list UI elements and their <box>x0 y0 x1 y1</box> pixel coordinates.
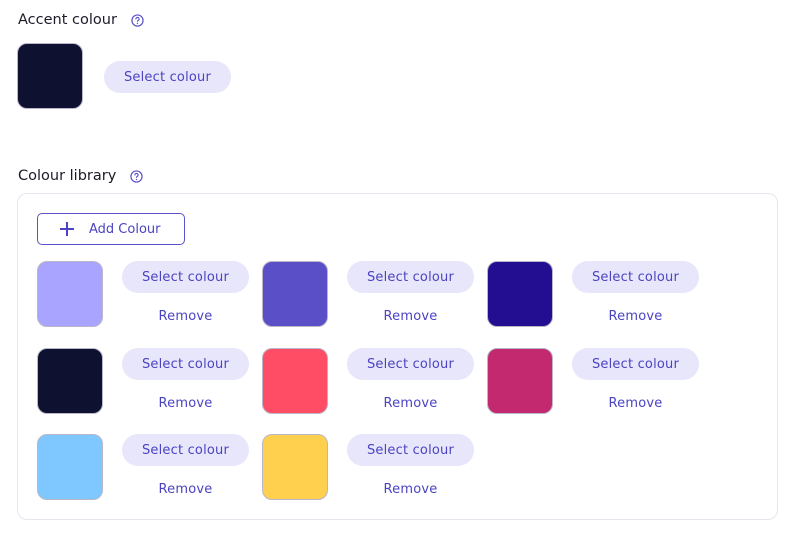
remove-colour-link[interactable]: Remove <box>572 306 699 326</box>
library-colour-item: Select colour Remove <box>487 348 707 414</box>
help-circle-icon[interactable] <box>131 13 144 27</box>
add-colour-label: Add Colour <box>89 221 161 237</box>
remove-colour-link[interactable]: Remove <box>572 393 699 413</box>
library-colour-swatch[interactable] <box>262 348 328 414</box>
library-colour-swatch[interactable] <box>37 348 103 414</box>
accent-colour-title: Accent colour <box>18 12 117 28</box>
remove-colour-link[interactable]: Remove <box>347 393 474 413</box>
add-colour-button[interactable]: Add Colour <box>37 213 185 245</box>
library-colour-item: Select colour Remove <box>37 348 257 414</box>
library-colour-item: Select colour Remove <box>262 348 482 414</box>
select-colour-button[interactable]: Select colour <box>122 261 249 293</box>
accent-colour-swatch[interactable] <box>17 43 83 109</box>
library-colour-item: Select colour Remove <box>37 434 257 500</box>
accent-colour-heading: Accent colour <box>18 12 144 28</box>
library-colour-item: Select colour Remove <box>262 261 482 327</box>
remove-colour-link[interactable]: Remove <box>122 306 249 326</box>
library-colour-swatch[interactable] <box>262 434 328 500</box>
select-colour-button[interactable]: Select colour <box>572 261 699 293</box>
library-colour-item: Select colour Remove <box>37 261 257 327</box>
remove-colour-link[interactable]: Remove <box>347 479 474 499</box>
colour-library-heading: Colour library <box>18 168 143 184</box>
accent-select-colour-button[interactable]: Select colour <box>104 61 231 93</box>
select-colour-button[interactable]: Select colour <box>122 434 249 466</box>
help-circle-icon[interactable] <box>130 169 143 183</box>
library-colour-swatch[interactable] <box>37 434 103 500</box>
select-colour-button[interactable]: Select colour <box>572 348 699 380</box>
library-colour-item: Select colour Remove <box>262 434 482 500</box>
remove-colour-link[interactable]: Remove <box>122 393 249 413</box>
colour-library-panel: Add Colour Select colour Remove Select c… <box>17 193 778 520</box>
library-colour-swatch[interactable] <box>37 261 103 327</box>
remove-colour-link[interactable]: Remove <box>347 306 474 326</box>
colour-library-title: Colour library <box>18 168 117 184</box>
plus-icon <box>60 222 74 236</box>
select-colour-button[interactable]: Select colour <box>347 348 474 380</box>
select-colour-button[interactable]: Select colour <box>347 434 474 466</box>
select-colour-button[interactable]: Select colour <box>122 348 249 380</box>
library-colour-item: Select colour Remove <box>487 261 707 327</box>
library-colour-swatch[interactable] <box>487 348 553 414</box>
library-colour-swatch[interactable] <box>487 261 553 327</box>
library-colour-swatch[interactable] <box>262 261 328 327</box>
remove-colour-link[interactable]: Remove <box>122 479 249 499</box>
select-colour-button[interactable]: Select colour <box>347 261 474 293</box>
